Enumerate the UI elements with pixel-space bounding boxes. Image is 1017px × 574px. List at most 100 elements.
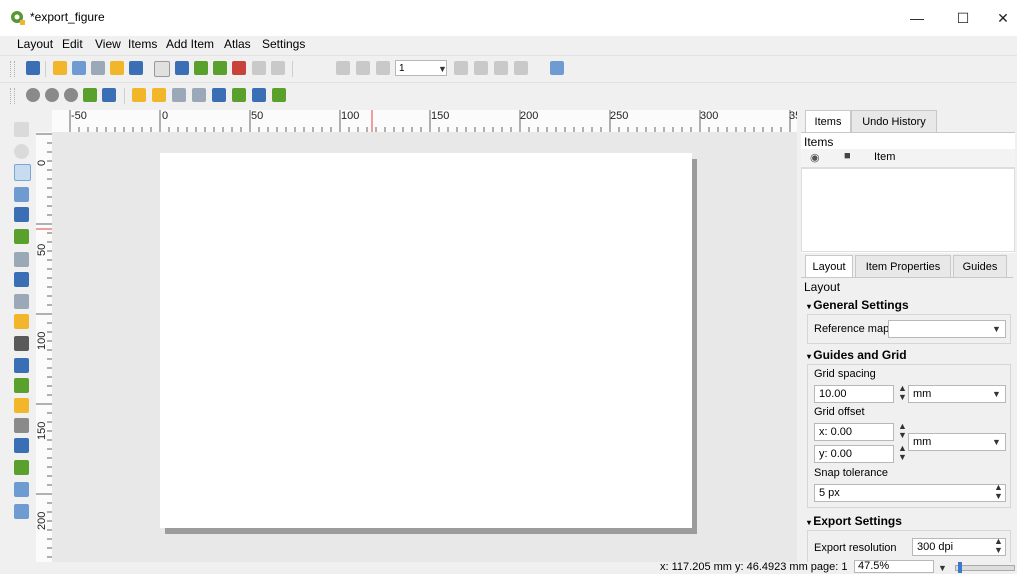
ruler-label: 200 (520, 110, 539, 122)
layout-heading: Layout (804, 280, 841, 294)
distribute-items-icon[interactable] (252, 88, 266, 102)
add-fixed-table-icon[interactable] (14, 504, 29, 519)
menu-view[interactable]: View (95, 37, 121, 51)
pan-hand-icon[interactable] (14, 122, 29, 137)
page-setup-icon[interactable] (154, 61, 170, 77)
ungroup-items-icon[interactable] (192, 88, 206, 102)
align-items-icon[interactable] (232, 88, 246, 102)
reference-map-select[interactable] (888, 320, 1006, 338)
grid-offset-y-input[interactable]: y: 0.00 (814, 445, 894, 463)
chevron-down-icon[interactable]: ▼ (992, 437, 1001, 447)
select-tool-icon[interactable] (14, 164, 31, 181)
add-scalebar-icon[interactable] (14, 336, 29, 351)
export-pdf-icon[interactable] (232, 61, 246, 75)
zoom-in-icon[interactable] (26, 88, 40, 102)
add-map-icon[interactable] (14, 229, 29, 244)
spin-arrows-icon[interactable]: ▲ ▼ (898, 444, 907, 462)
duplicate-layout-icon[interactable] (72, 61, 86, 75)
open-template-icon[interactable] (110, 61, 124, 75)
add-marker-icon[interactable] (14, 398, 29, 413)
layout-page[interactable] (160, 153, 692, 528)
tab-item-properties[interactable]: Item Properties (855, 255, 951, 278)
add-picture-icon[interactable] (14, 272, 29, 287)
tab-guides[interactable]: Guides (953, 255, 1007, 278)
move-content-icon[interactable] (14, 187, 29, 202)
zoom-slider[interactable] (955, 565, 1015, 571)
add-polyline-icon[interactable] (14, 418, 29, 433)
zoom-slider-handle[interactable] (958, 562, 962, 573)
close-button[interactable]: ✕ (980, 2, 1017, 34)
export-image-icon[interactable] (194, 61, 208, 75)
lower-item-icon[interactable] (152, 88, 166, 102)
spin-arrows-icon[interactable]: ▲ ▼ (898, 422, 907, 440)
spin-arrows-icon[interactable]: ▲ ▼ (994, 537, 1003, 555)
add-label-icon[interactable] (14, 294, 29, 309)
spin-arrows-icon[interactable]: ▲ ▼ (994, 483, 1003, 501)
add-north-arrow-icon[interactable] (14, 358, 29, 373)
refresh-icon[interactable] (102, 88, 116, 102)
print-icon[interactable] (175, 61, 189, 75)
chevron-down-icon[interactable]: ▼ (992, 389, 1001, 399)
grid-spacing-input[interactable]: 10.00 (814, 385, 894, 403)
export-settings-header[interactable]: ▾ Export Settings (807, 514, 902, 528)
item-column-header[interactable]: Item (874, 151, 895, 163)
raise-item-icon[interactable] (132, 88, 146, 102)
undo-icon[interactable] (252, 61, 266, 75)
ruler-label: 50 (251, 110, 264, 122)
new-layout-icon[interactable] (53, 61, 67, 75)
menu-atlas[interactable]: Atlas (224, 37, 251, 51)
lock-items-icon[interactable] (212, 88, 226, 102)
menu-add-item[interactable]: Add Item (166, 37, 214, 51)
menu-layout[interactable]: Layout (17, 37, 53, 51)
layout-canvas[interactable] (52, 132, 797, 562)
atlas-settings-icon[interactable] (550, 61, 564, 75)
menu-settings[interactable]: Settings (262, 37, 305, 51)
chevron-down-icon[interactable]: ▼ (938, 563, 947, 573)
snap-tolerance-input[interactable]: 5 px (814, 484, 1006, 502)
minimize-button[interactable]: — (894, 2, 940, 34)
chevron-down-icon[interactable]: ▼ (438, 64, 447, 74)
export-atlas-icon[interactable] (514, 61, 528, 75)
resize-items-icon[interactable] (272, 88, 286, 102)
chevron-down-icon[interactable]: ▼ (992, 324, 1001, 334)
edit-nodes-icon[interactable] (14, 207, 29, 222)
grid-offset-x-input[interactable]: x: 0.00 (814, 423, 894, 441)
last-feature-icon[interactable] (474, 61, 488, 75)
layout-manager-icon[interactable] (91, 61, 105, 75)
visibility-eye-icon[interactable]: ◉ (810, 151, 820, 164)
add-polygon-icon[interactable] (14, 438, 29, 453)
export-svg-icon[interactable] (213, 61, 227, 75)
add-attribute-table-icon[interactable] (14, 482, 29, 497)
export-resolution-input[interactable]: 300 dpi (912, 538, 1006, 556)
guides-grid-header[interactable]: ▾ Guides and Grid (807, 348, 907, 362)
zoom-level-select[interactable]: 47.5% (854, 560, 934, 573)
lock-icon[interactable]: ■ (844, 150, 851, 162)
add-legend-icon[interactable] (14, 314, 29, 329)
tab-items[interactable]: Items (805, 110, 851, 133)
toolbar-grip[interactable] (10, 88, 15, 104)
group-items-icon[interactable] (172, 88, 186, 102)
zoom-full-icon[interactable] (83, 88, 97, 102)
toolbar-grip[interactable] (10, 61, 15, 77)
save-template-icon[interactable] (129, 61, 143, 75)
save-icon[interactable] (26, 61, 40, 75)
general-settings-header[interactable]: ▾ General Settings (807, 298, 909, 312)
tab-undo-history[interactable]: Undo History (851, 110, 937, 133)
zoom-out-icon[interactable] (45, 88, 59, 102)
menu-items[interactable]: Items (128, 37, 157, 51)
first-feature-icon[interactable] (356, 61, 370, 75)
menu-edit[interactable]: Edit (62, 37, 83, 51)
add-shape-icon[interactable] (14, 378, 29, 393)
atlas-preview-icon[interactable] (336, 61, 350, 75)
redo-icon[interactable] (271, 61, 285, 75)
spin-arrows-icon[interactable]: ▲ ▼ (898, 384, 907, 402)
tab-layout[interactable]: Layout (805, 255, 853, 278)
print-atlas-icon[interactable] (494, 61, 508, 75)
add-3d-map-icon[interactable] (14, 252, 29, 267)
next-feature-icon[interactable] (454, 61, 468, 75)
add-html-icon[interactable] (14, 460, 29, 475)
items-list[interactable] (801, 168, 1015, 252)
zoom-tool-icon[interactable] (14, 144, 29, 159)
previous-feature-icon[interactable] (376, 61, 390, 75)
zoom-actual-icon[interactable] (64, 88, 78, 102)
